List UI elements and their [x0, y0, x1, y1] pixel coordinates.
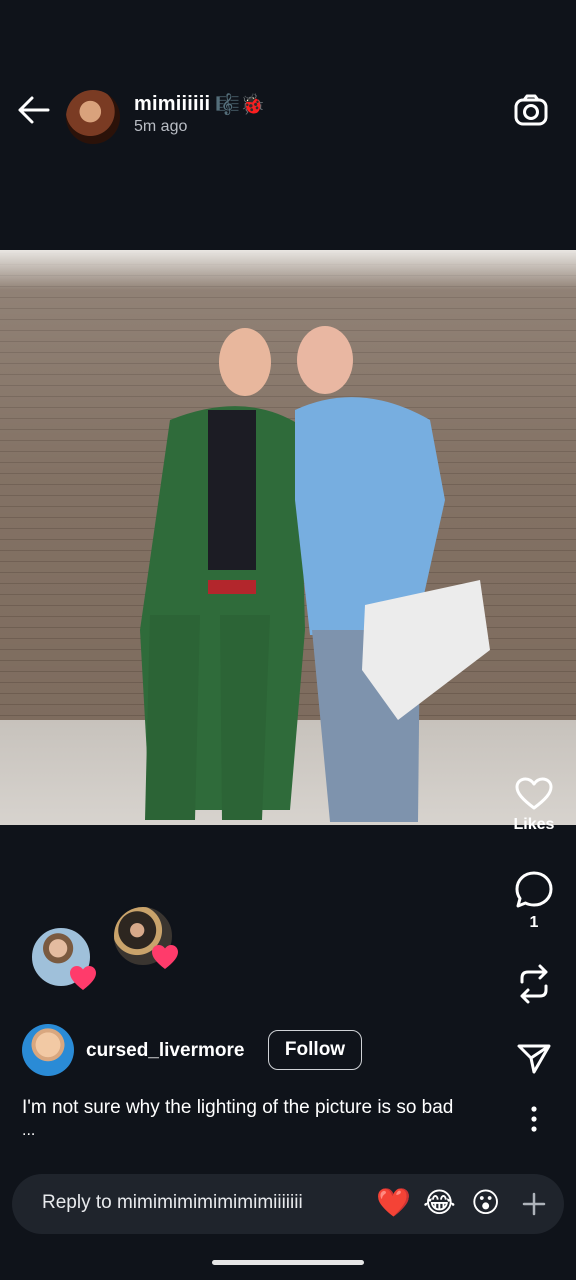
repost-icon [520, 964, 548, 1004]
username-emoji: 🎼🐞 [215, 92, 266, 116]
camera-icon [514, 94, 548, 126]
follow-button[interactable]: Follow [268, 1030, 362, 1070]
more-options-button[interactable] [522, 1104, 546, 1134]
status-bar [0, 0, 576, 80]
likes-label: Likes [513, 816, 555, 833]
comment-text: I'm not sure why the lighting of the pic… [22, 1097, 454, 1118]
heart-badge-icon [152, 945, 178, 969]
add-emoji-button[interactable] [520, 1190, 548, 1218]
comment-bubble-icon [515, 871, 553, 908]
repost-action[interactable] [504, 962, 564, 1006]
reply-bar: Reply to mimimimimimimimiiiiiii ❤️ 😂 😮 [12, 1174, 564, 1234]
emoji-heart-button[interactable]: ❤️ [376, 1186, 411, 1220]
liker-avatar[interactable] [112, 905, 178, 969]
like-action[interactable]: Likes [504, 776, 564, 834]
arrow-left-icon [18, 96, 50, 124]
comments-count: 1 [529, 914, 539, 931]
camera-button[interactable] [512, 92, 550, 130]
comment-action[interactable]: 1 [504, 870, 564, 932]
post-author[interactable]: mimiiiiii 🎼🐞 [134, 92, 265, 116]
emoji-laugh-button[interactable]: 😂 [423, 1186, 456, 1220]
commenter-avatar[interactable] [22, 1024, 74, 1076]
home-indicator[interactable] [212, 1260, 364, 1265]
share-action[interactable] [504, 1038, 564, 1078]
more-vertical-icon [531, 1106, 537, 1132]
heart-badge-icon [70, 966, 96, 990]
reply-input[interactable]: Reply to mimimimimimimimiiiiiii [42, 1192, 303, 1214]
send-icon [517, 1044, 551, 1074]
comment-more[interactable]: ... [22, 1122, 35, 1140]
avatar[interactable] [66, 90, 120, 144]
emoji-wow-button[interactable]: 😮 [471, 1186, 500, 1220]
liker-avatar[interactable] [30, 926, 96, 990]
post-header: mimiiiiii 🎼🐞 5m ago [0, 80, 576, 150]
back-button[interactable] [14, 92, 54, 128]
commenter-username[interactable]: cursed_livermore [86, 1040, 244, 1062]
username: mimiiiiii [134, 92, 211, 115]
timestamp: 5m ago [134, 118, 188, 135]
photo-people [140, 326, 490, 822]
post-photo[interactable] [0, 250, 576, 825]
heart-outline-icon [515, 777, 553, 810]
plus-icon [522, 1192, 546, 1216]
